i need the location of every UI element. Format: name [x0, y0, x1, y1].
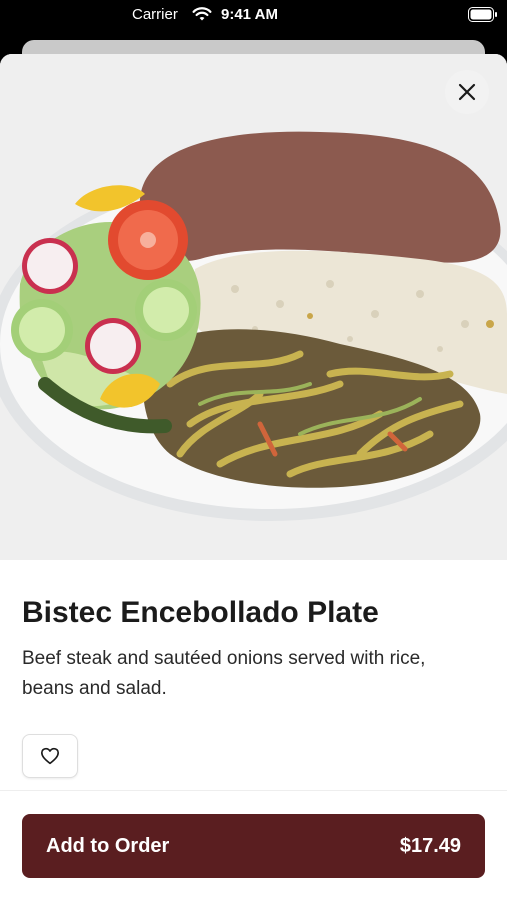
price-label: $17.49	[399, 834, 461, 857]
dish-description: Beef steak and sautéed onions served wit…	[22, 648, 426, 699]
battery-icon	[468, 7, 497, 22]
dish-title: Bistec Encebollado Plate	[22, 596, 379, 629]
divider	[0, 790, 507, 791]
status-time: 9:41 AM	[221, 6, 278, 23]
status-bar: Carrier 9:41 AM	[0, 0, 507, 40]
close-icon	[458, 83, 476, 101]
favorite-button[interactable]	[22, 734, 78, 778]
item-detail-sheet: Bistec Encebollado Plate Beef steak and …	[0, 54, 507, 900]
close-button[interactable]	[445, 70, 489, 114]
dish-photo	[0, 54, 507, 560]
add-to-order-label: Add to Order	[46, 834, 170, 857]
add-to-order-button[interactable]: Add to Order $17.49	[22, 814, 485, 878]
heart-icon	[40, 747, 59, 765]
carrier-label: Carrier	[132, 6, 178, 23]
wifi-icon	[192, 7, 212, 21]
